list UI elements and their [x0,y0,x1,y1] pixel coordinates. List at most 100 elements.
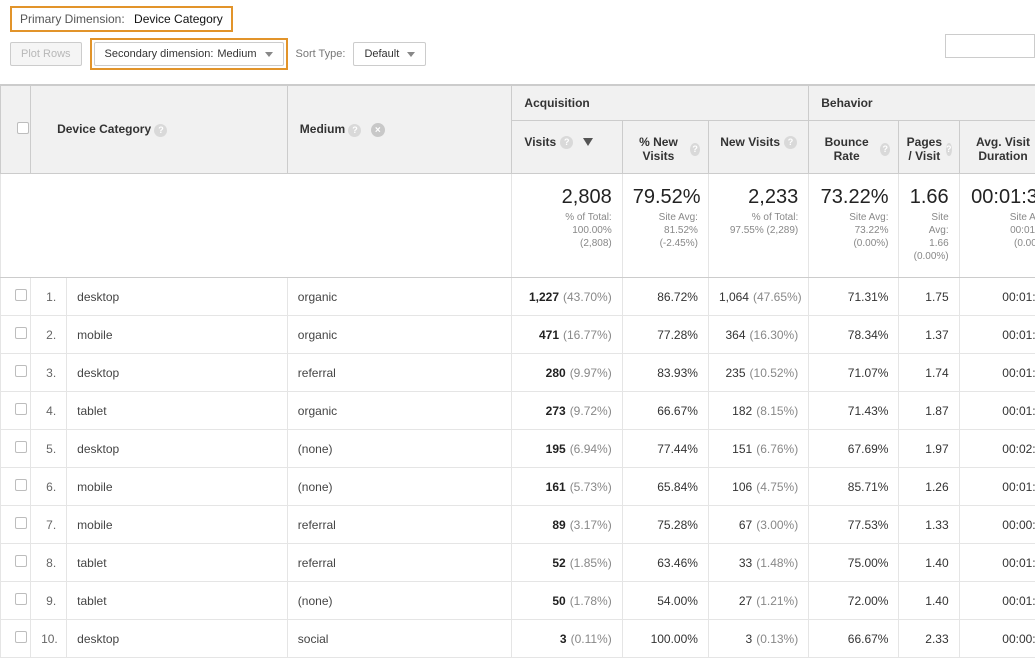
cell-avd: 00:01:43 [959,278,1035,316]
cell-medium[interactable]: (none) [287,430,512,468]
row-checkbox[interactable] [15,365,27,377]
col-medium[interactable]: Medium [300,122,345,136]
col-visits[interactable]: Visits ? [512,121,622,174]
summary-avd: 00:01:33 [970,186,1035,209]
cell-pct-new: 83.93% [622,354,708,392]
cell-device-category[interactable]: desktop [67,354,288,392]
cell-pct-new: 54.00% [622,582,708,620]
table-row: 4.tabletorganic273(9.72%)66.67%182(8.15%… [1,392,1035,430]
row-checkbox[interactable] [15,631,27,643]
chevron-down-icon [407,52,415,57]
row-number: 9. [31,582,67,620]
cell-device-category[interactable]: desktop [67,620,288,658]
help-icon[interactable]: ? [880,143,890,156]
cell-medium[interactable]: organic [287,278,512,316]
cell-medium[interactable]: (none) [287,468,512,506]
cell-avd: 00:01:45 [959,392,1035,430]
cell-device-category[interactable]: tablet [67,544,288,582]
table-row: 7.mobilereferral89(3.17%)75.28%67(3.00%)… [1,506,1035,544]
cell-pct-new: 77.28% [622,316,708,354]
search-input[interactable] [945,34,1035,58]
secondary-dimension-select[interactable]: Secondary dimension: Medium [94,42,284,66]
cell-bounce: 71.43% [809,392,899,430]
chevron-down-icon [265,52,273,57]
col-pages-per-visit[interactable]: Pages / Visit? [899,121,959,174]
cell-avd: 00:00:45 [959,620,1035,658]
primary-dimension[interactable]: Primary Dimension: Device Category [10,6,233,32]
row-checkbox[interactable] [15,327,27,339]
primary-dim-value: Device Category [128,12,223,26]
cell-device-category[interactable]: desktop [67,278,288,316]
row-checkbox[interactable] [15,517,27,529]
row-checkbox[interactable] [15,479,27,491]
sort-type-label: Sort Type: [296,48,346,60]
sort-desc-icon [583,138,593,146]
summary-new-visits: 2,233 [719,186,798,209]
row-number: 10. [31,620,67,658]
row-number: 3. [31,354,67,392]
col-avg-visit-duration[interactable]: Avg. Visit Duration? [959,121,1035,174]
cell-new-visits: 364(16.30%) [708,316,808,354]
cell-avd: 00:02:06 [959,430,1035,468]
cell-new-visits: 3(0.13%) [708,620,808,658]
cell-medium[interactable]: (none) [287,582,512,620]
cell-device-category[interactable]: tablet [67,582,288,620]
cell-device-category[interactable]: mobile [67,506,288,544]
cell-ppv: 1.74 [899,354,959,392]
cell-new-visits: 182(8.15%) [708,392,808,430]
plot-rows-button[interactable]: Plot Rows [10,42,82,66]
cell-medium[interactable]: referral [287,544,512,582]
help-icon[interactable]: ? [690,143,700,156]
row-number: 5. [31,430,67,468]
cell-ppv: 1.26 [899,468,959,506]
cell-new-visits: 235(10.52%) [708,354,808,392]
cell-pct-new: 63.46% [622,544,708,582]
cell-avd: 00:01:25 [959,582,1035,620]
cell-medium[interactable]: organic [287,392,512,430]
cell-visits: 50(1.78%) [512,582,622,620]
summary-ppv: 1.66 [909,186,948,209]
cell-device-category[interactable]: mobile [67,316,288,354]
cell-medium[interactable]: organic [287,316,512,354]
table-row: 8.tabletreferral52(1.85%)63.46%33(1.48%)… [1,544,1035,582]
sort-type-value: Default [364,48,399,60]
cell-device-category[interactable]: tablet [67,392,288,430]
help-icon[interactable]: ? [154,124,167,137]
cell-device-category[interactable]: mobile [67,468,288,506]
cell-ppv: 1.87 [899,392,959,430]
col-pct-new-visits[interactable]: % New Visits? [622,121,708,174]
col-bounce-rate[interactable]: Bounce Rate? [809,121,899,174]
col-device-category[interactable]: Device Category [57,122,151,136]
row-number: 7. [31,506,67,544]
cell-visits: 52(1.85%) [512,544,622,582]
cell-medium[interactable]: social [287,620,512,658]
select-all-checkbox[interactable] [17,122,29,134]
help-icon[interactable]: ? [348,124,361,137]
secondary-dim-value: Medium [217,48,256,60]
cell-pct-new: 77.44% [622,430,708,468]
sort-type-select[interactable]: Default [353,42,426,66]
cell-device-category[interactable]: desktop [67,430,288,468]
row-checkbox[interactable] [15,403,27,415]
help-icon[interactable]: ? [784,136,797,149]
cell-ppv: 2.33 [899,620,959,658]
table-row: 1.desktoporganic1,227(43.70%)86.72%1,064… [1,278,1035,316]
summary-visits: 2,808 [522,186,611,209]
row-checkbox[interactable] [15,441,27,453]
row-number: 1. [31,278,67,316]
cell-bounce: 85.71% [809,468,899,506]
cell-ppv: 1.40 [899,544,959,582]
cell-ppv: 1.75 [899,278,959,316]
row-checkbox[interactable] [15,555,27,567]
help-icon[interactable]: ? [560,136,573,149]
help-icon[interactable]: ? [946,143,952,156]
row-number: 8. [31,544,67,582]
cell-visits: 161(5.73%) [512,468,622,506]
cell-medium[interactable]: referral [287,354,512,392]
remove-dimension-icon[interactable]: × [371,123,385,137]
summary-bounce: 73.22% [819,186,888,209]
row-checkbox[interactable] [15,289,27,301]
row-checkbox[interactable] [15,593,27,605]
cell-medium[interactable]: referral [287,506,512,544]
col-new-visits[interactable]: New Visits? [708,121,808,174]
